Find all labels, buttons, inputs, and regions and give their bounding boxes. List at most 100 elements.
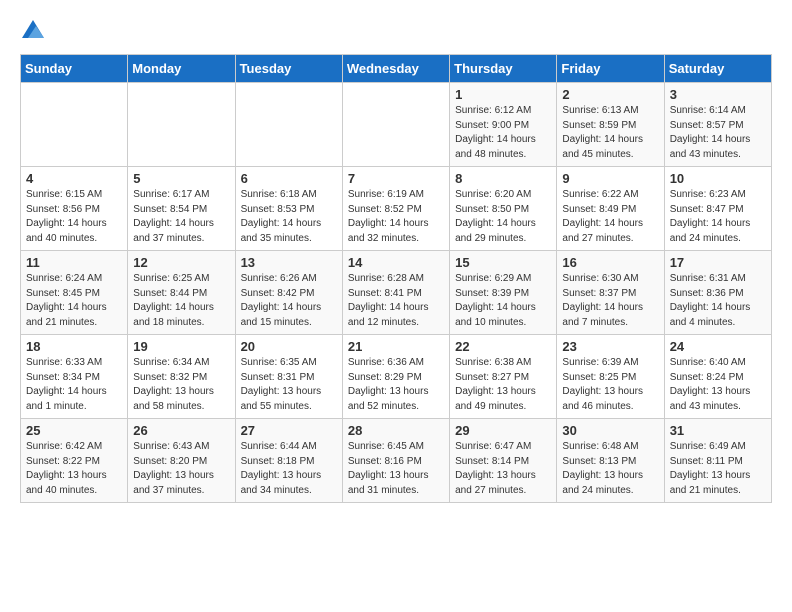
day-number: 7 (348, 171, 444, 186)
calendar-cell: 27 Sunrise: 6:44 AM Sunset: 8:18 PM Dayli… (235, 419, 342, 503)
page-header (20, 20, 772, 38)
day-number: 19 (133, 339, 229, 354)
day-number: 21 (348, 339, 444, 354)
calendar-week-row: 25 Sunrise: 6:42 AM Sunset: 8:22 PM Dayli… (21, 419, 772, 503)
day-number: 2 (562, 87, 658, 102)
day-info: Sunrise: 6:40 AM Sunset: 8:24 PM Dayligh… (670, 356, 766, 414)
day-number: 10 (670, 171, 766, 186)
day-info: Sunrise: 6:47 AM Sunset: 8:14 PM Dayligh… (455, 440, 551, 498)
calendar-cell: 8 Sunrise: 6:20 AM Sunset: 8:50 PM Daylig… (450, 167, 557, 251)
day-info: Sunrise: 6:25 AM Sunset: 8:44 PM Dayligh… (133, 272, 229, 330)
logo-icon (22, 20, 44, 38)
calendar-cell: 10 Sunrise: 6:23 AM Sunset: 8:47 PM Dayli… (664, 167, 771, 251)
calendar-cell: 23Sunrise: 6:39 AM Sunset: 8:25 PM Dayli… (557, 335, 664, 419)
day-number: 9 (562, 171, 658, 186)
day-number: 26 (133, 423, 229, 438)
calendar-cell: 22 Sunrise: 6:38 AM Sunset: 8:27 PM Dayli… (450, 335, 557, 419)
calendar-cell: 4Sunrise: 6:15 AM Sunset: 8:56 PM Daylig… (21, 167, 128, 251)
calendar-cell: 21 Sunrise: 6:36 AM Sunset: 8:29 PM Dayli… (342, 335, 449, 419)
calendar-week-row: 11 Sunrise: 6:24 AM Sunset: 8:45 PM Dayli… (21, 251, 772, 335)
day-number: 31 (670, 423, 766, 438)
calendar-cell: 12 Sunrise: 6:25 AM Sunset: 8:44 PM Dayli… (128, 251, 235, 335)
day-number: 30 (562, 423, 658, 438)
calendar-cell: 30 Sunrise: 6:48 AM Sunset: 8:13 PM Dayli… (557, 419, 664, 503)
day-number: 17 (670, 255, 766, 270)
calendar-cell: 28 Sunrise: 6:45 AM Sunset: 8:16 PM Dayli… (342, 419, 449, 503)
day-of-week-header: Tuesday (235, 55, 342, 83)
day-info: Sunrise: 6:33 AM Sunset: 8:34 PM Dayligh… (26, 356, 122, 414)
day-number: 28 (348, 423, 444, 438)
day-info: Sunrise: 6:19 AM Sunset: 8:52 PM Dayligh… (348, 188, 444, 246)
calendar-cell: 26 Sunrise: 6:43 AM Sunset: 8:20 PM Dayli… (128, 419, 235, 503)
day-info: Sunrise: 6:48 AM Sunset: 8:13 PM Dayligh… (562, 440, 658, 498)
day-number: 15 (455, 255, 551, 270)
day-info: Sunrise: 6:45 AM Sunset: 8:16 PM Dayligh… (348, 440, 444, 498)
day-info: Sunrise: 6:34 AM Sunset: 8:32 PM Dayligh… (133, 356, 229, 414)
day-info: Sunrise: 6:44 AM Sunset: 8:18 PM Dayligh… (241, 440, 337, 498)
calendar-cell (235, 83, 342, 167)
day-info: Sunrise: 6:26 AM Sunset: 8:42 PM Dayligh… (241, 272, 337, 330)
day-info: Sunrise: 6:30 AM Sunset: 8:37 PM Dayligh… (562, 272, 658, 330)
calendar-week-row: 1 Sunrise: 6:12 AM Sunset: 9:00 PM Daylig… (21, 83, 772, 167)
calendar-cell: 11 Sunrise: 6:24 AM Sunset: 8:45 PM Dayli… (21, 251, 128, 335)
day-number: 16 (562, 255, 658, 270)
calendar-week-row: 4Sunrise: 6:15 AM Sunset: 8:56 PM Daylig… (21, 167, 772, 251)
day-number: 11 (26, 255, 122, 270)
calendar-cell: 20 Sunrise: 6:35 AM Sunset: 8:31 PM Dayli… (235, 335, 342, 419)
day-number: 5 (133, 171, 229, 186)
day-number: 12 (133, 255, 229, 270)
day-of-week-header: Thursday (450, 55, 557, 83)
calendar-cell (342, 83, 449, 167)
day-info: Sunrise: 6:43 AM Sunset: 8:20 PM Dayligh… (133, 440, 229, 498)
day-info: Sunrise: 6:17 AM Sunset: 8:54 PM Dayligh… (133, 188, 229, 246)
day-number: 14 (348, 255, 444, 270)
day-info: Sunrise: 6:20 AM Sunset: 8:50 PM Dayligh… (455, 188, 551, 246)
day-info: Sunrise: 6:38 AM Sunset: 8:27 PM Dayligh… (455, 356, 551, 414)
calendar-week-row: 18 Sunrise: 6:33 AM Sunset: 8:34 PM Dayli… (21, 335, 772, 419)
day-info: Sunrise: 6:13 AM Sunset: 8:59 PM Dayligh… (562, 104, 658, 162)
day-number: 24 (670, 339, 766, 354)
day-info: Sunrise: 6:36 AM Sunset: 8:29 PM Dayligh… (348, 356, 444, 414)
calendar-cell: 15 Sunrise: 6:29 AM Sunset: 8:39 PM Dayli… (450, 251, 557, 335)
day-info: Sunrise: 6:23 AM Sunset: 8:47 PM Dayligh… (670, 188, 766, 246)
calendar-cell: 1 Sunrise: 6:12 AM Sunset: 9:00 PM Daylig… (450, 83, 557, 167)
day-info: Sunrise: 6:12 AM Sunset: 9:00 PM Dayligh… (455, 104, 551, 162)
day-info: Sunrise: 6:29 AM Sunset: 8:39 PM Dayligh… (455, 272, 551, 330)
calendar-cell: 16 Sunrise: 6:30 AM Sunset: 8:37 PM Dayli… (557, 251, 664, 335)
calendar-cell: 24 Sunrise: 6:40 AM Sunset: 8:24 PM Dayli… (664, 335, 771, 419)
day-number: 8 (455, 171, 551, 186)
calendar-cell (21, 83, 128, 167)
day-info: Sunrise: 6:31 AM Sunset: 8:36 PM Dayligh… (670, 272, 766, 330)
day-number: 22 (455, 339, 551, 354)
calendar-header-row: SundayMondayTuesdayWednesdayThursdayFrid… (21, 55, 772, 83)
day-number: 18 (26, 339, 122, 354)
calendar-cell: 17 Sunrise: 6:31 AM Sunset: 8:36 PM Dayli… (664, 251, 771, 335)
day-number: 6 (241, 171, 337, 186)
day-number: 27 (241, 423, 337, 438)
calendar-cell: 7 Sunrise: 6:19 AM Sunset: 8:52 PM Daylig… (342, 167, 449, 251)
day-number: 3 (670, 87, 766, 102)
calendar-cell: 9 Sunrise: 6:22 AM Sunset: 8:49 PM Daylig… (557, 167, 664, 251)
day-of-week-header: Saturday (664, 55, 771, 83)
day-info: Sunrise: 6:15 AM Sunset: 8:56 PM Dayligh… (26, 188, 122, 246)
day-info: Sunrise: 6:49 AM Sunset: 8:11 PM Dayligh… (670, 440, 766, 498)
day-info: Sunrise: 6:35 AM Sunset: 8:31 PM Dayligh… (241, 356, 337, 414)
day-info: Sunrise: 6:42 AM Sunset: 8:22 PM Dayligh… (26, 440, 122, 498)
day-of-week-header: Wednesday (342, 55, 449, 83)
day-of-week-header: Friday (557, 55, 664, 83)
day-info: Sunrise: 6:39 AM Sunset: 8:25 PM Dayligh… (562, 356, 658, 414)
day-number: 20 (241, 339, 337, 354)
day-number: 29 (455, 423, 551, 438)
day-of-week-header: Monday (128, 55, 235, 83)
calendar-cell: 5 Sunrise: 6:17 AM Sunset: 8:54 PM Daylig… (128, 167, 235, 251)
calendar-cell: 6 Sunrise: 6:18 AM Sunset: 8:53 PM Daylig… (235, 167, 342, 251)
day-info: Sunrise: 6:24 AM Sunset: 8:45 PM Dayligh… (26, 272, 122, 330)
calendar-table: SundayMondayTuesdayWednesdayThursdayFrid… (20, 54, 772, 503)
day-number: 25 (26, 423, 122, 438)
calendar-cell: 3Sunrise: 6:14 AM Sunset: 8:57 PM Daylig… (664, 83, 771, 167)
calendar-cell: 25 Sunrise: 6:42 AM Sunset: 8:22 PM Dayli… (21, 419, 128, 503)
day-info: Sunrise: 6:18 AM Sunset: 8:53 PM Dayligh… (241, 188, 337, 246)
day-info: Sunrise: 6:22 AM Sunset: 8:49 PM Dayligh… (562, 188, 658, 246)
calendar-cell: 29 Sunrise: 6:47 AM Sunset: 8:14 PM Dayli… (450, 419, 557, 503)
day-number: 1 (455, 87, 551, 102)
